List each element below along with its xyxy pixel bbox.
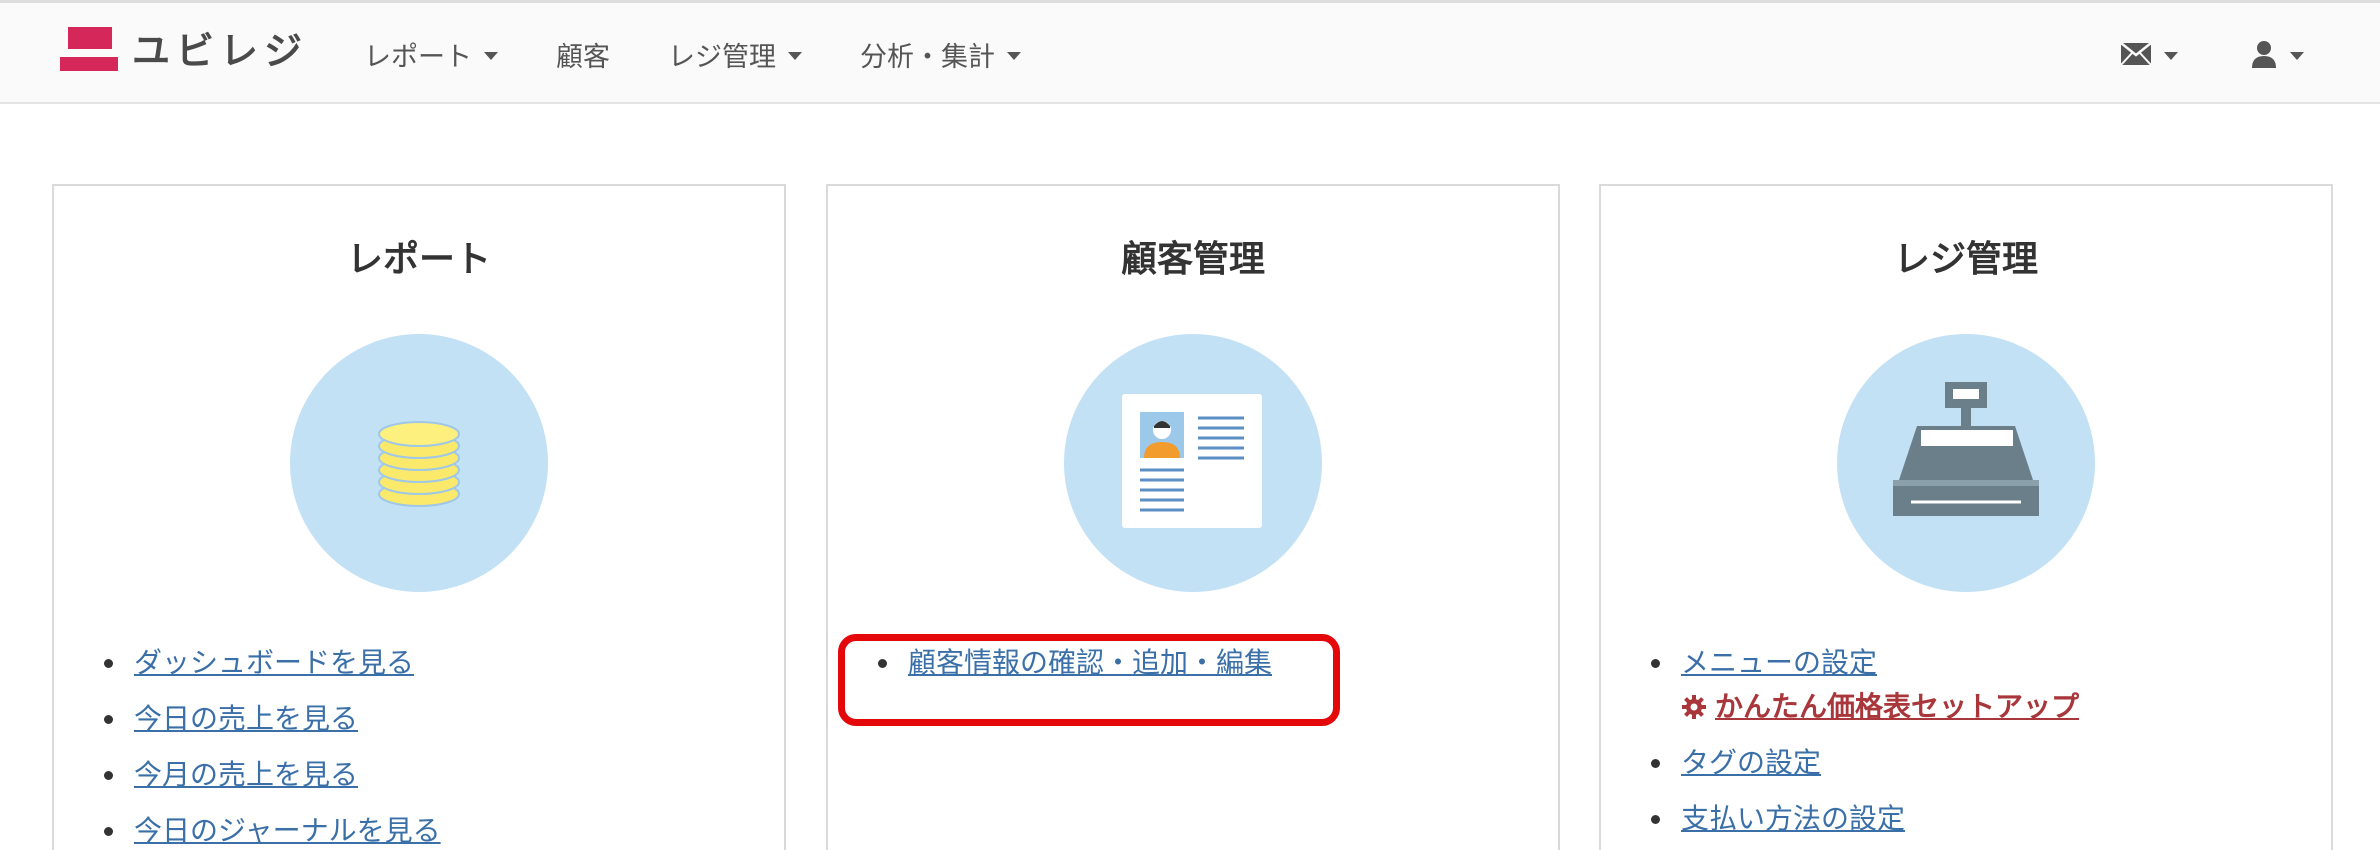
panel-title: レポート [346,239,491,280]
quick-price-setup-link[interactable]: かんたん価格表セットアップ [1715,690,2079,724]
messages-menu[interactable] [2120,42,2178,66]
payment-settings-link[interactable]: 支払い方法の設定 [1681,802,1905,835]
today-sales-link[interactable]: 今日の売上を見る [134,702,358,735]
list-item: 今日のジャーナルを見る [104,814,441,848]
cash-register-icon [1893,382,2039,516]
menu-settings-link[interactable]: メニューの設定 [1681,646,1877,679]
month-sales-link[interactable]: 今月の売上を見る [134,758,358,791]
caret-down-icon [1007,51,1021,60]
user-menu[interactable] [2250,40,2304,68]
panel-register: レジ管理 メニューの設定 かんたん価格表セットアップ タグの設定 支払い方法の設… [1599,184,2333,850]
panel-link-list: ダッシュボードを見る 今日の売上を見る 今月の売上を見る 今日のジャーナルを見る [104,646,441,850]
panel-title: 顧客管理 [1120,239,1265,280]
nav-item-label: レポート [364,41,472,73]
list-item: 今日の売上を見る [104,702,441,736]
quick-price-setup: かんたん価格表セットアップ [1681,690,2079,724]
nav-item-label: レジ管理 [668,41,776,73]
panel-icon-circle [1064,334,1322,592]
nav-item-register[interactable]: レジ管理 [668,35,802,74]
caret-down-icon [2290,51,2304,60]
envelope-icon [2120,42,2152,66]
nav-right [2120,3,2380,105]
brand-mark-icon [60,27,120,75]
list-item: ダッシュボードを見る [104,646,441,680]
gear-icon [1682,695,1706,719]
nav-item-customer[interactable]: 顧客 [556,35,610,74]
highlight-box [838,634,1340,726]
panel-link-list: メニューの設定 かんたん価格表セットアップ タグの設定 支払い方法の設定 [1651,646,2079,850]
caret-down-icon [484,51,498,60]
panel-icon-circle [1837,334,2095,592]
caret-down-icon [2164,51,2178,60]
brand-name: ユビレジ [132,29,309,73]
list-item: タグの設定 [1651,746,2079,780]
customer-card-icon [1122,394,1262,528]
panel-report: レポート ダッシュボードを見る 今日の売上を見る 今月の売上を見る 今日のジャー… [52,184,786,850]
nav-item-analysis[interactable]: 分析・集計 [860,35,1021,74]
brand-logo[interactable]: ユビレジ [60,25,308,77]
list-item: メニューの設定 かんたん価格表セットアップ [1651,646,2079,724]
list-item: 今月の売上を見る [104,758,441,792]
dashboard-link[interactable]: ダッシュボードを見る [134,646,414,679]
panel-title: レジ管理 [1893,239,2038,280]
nav-item-report[interactable]: レポート [364,35,498,74]
panel-customer: 顧客管理 顧客情報の確認・追加・編集 [826,184,1560,850]
main-nav: レポート 顧客 レジ管理 分析・集計 [364,3,1079,105]
coins-icon [378,421,460,507]
user-icon [2252,41,2276,68]
list-item: 支払い方法の設定 [1651,802,2079,836]
today-journal-link[interactable]: 今日のジャーナルを見る [134,814,441,847]
nav-item-label: 顧客 [556,41,610,73]
top-navbar: ユビレジ レポート 顧客 レジ管理 分析・集計 [0,0,2380,104]
tag-settings-link[interactable]: タグの設定 [1681,746,1821,779]
nav-item-label: 分析・集計 [860,41,995,73]
caret-down-icon [788,51,802,60]
panel-icon-circle [290,334,548,592]
